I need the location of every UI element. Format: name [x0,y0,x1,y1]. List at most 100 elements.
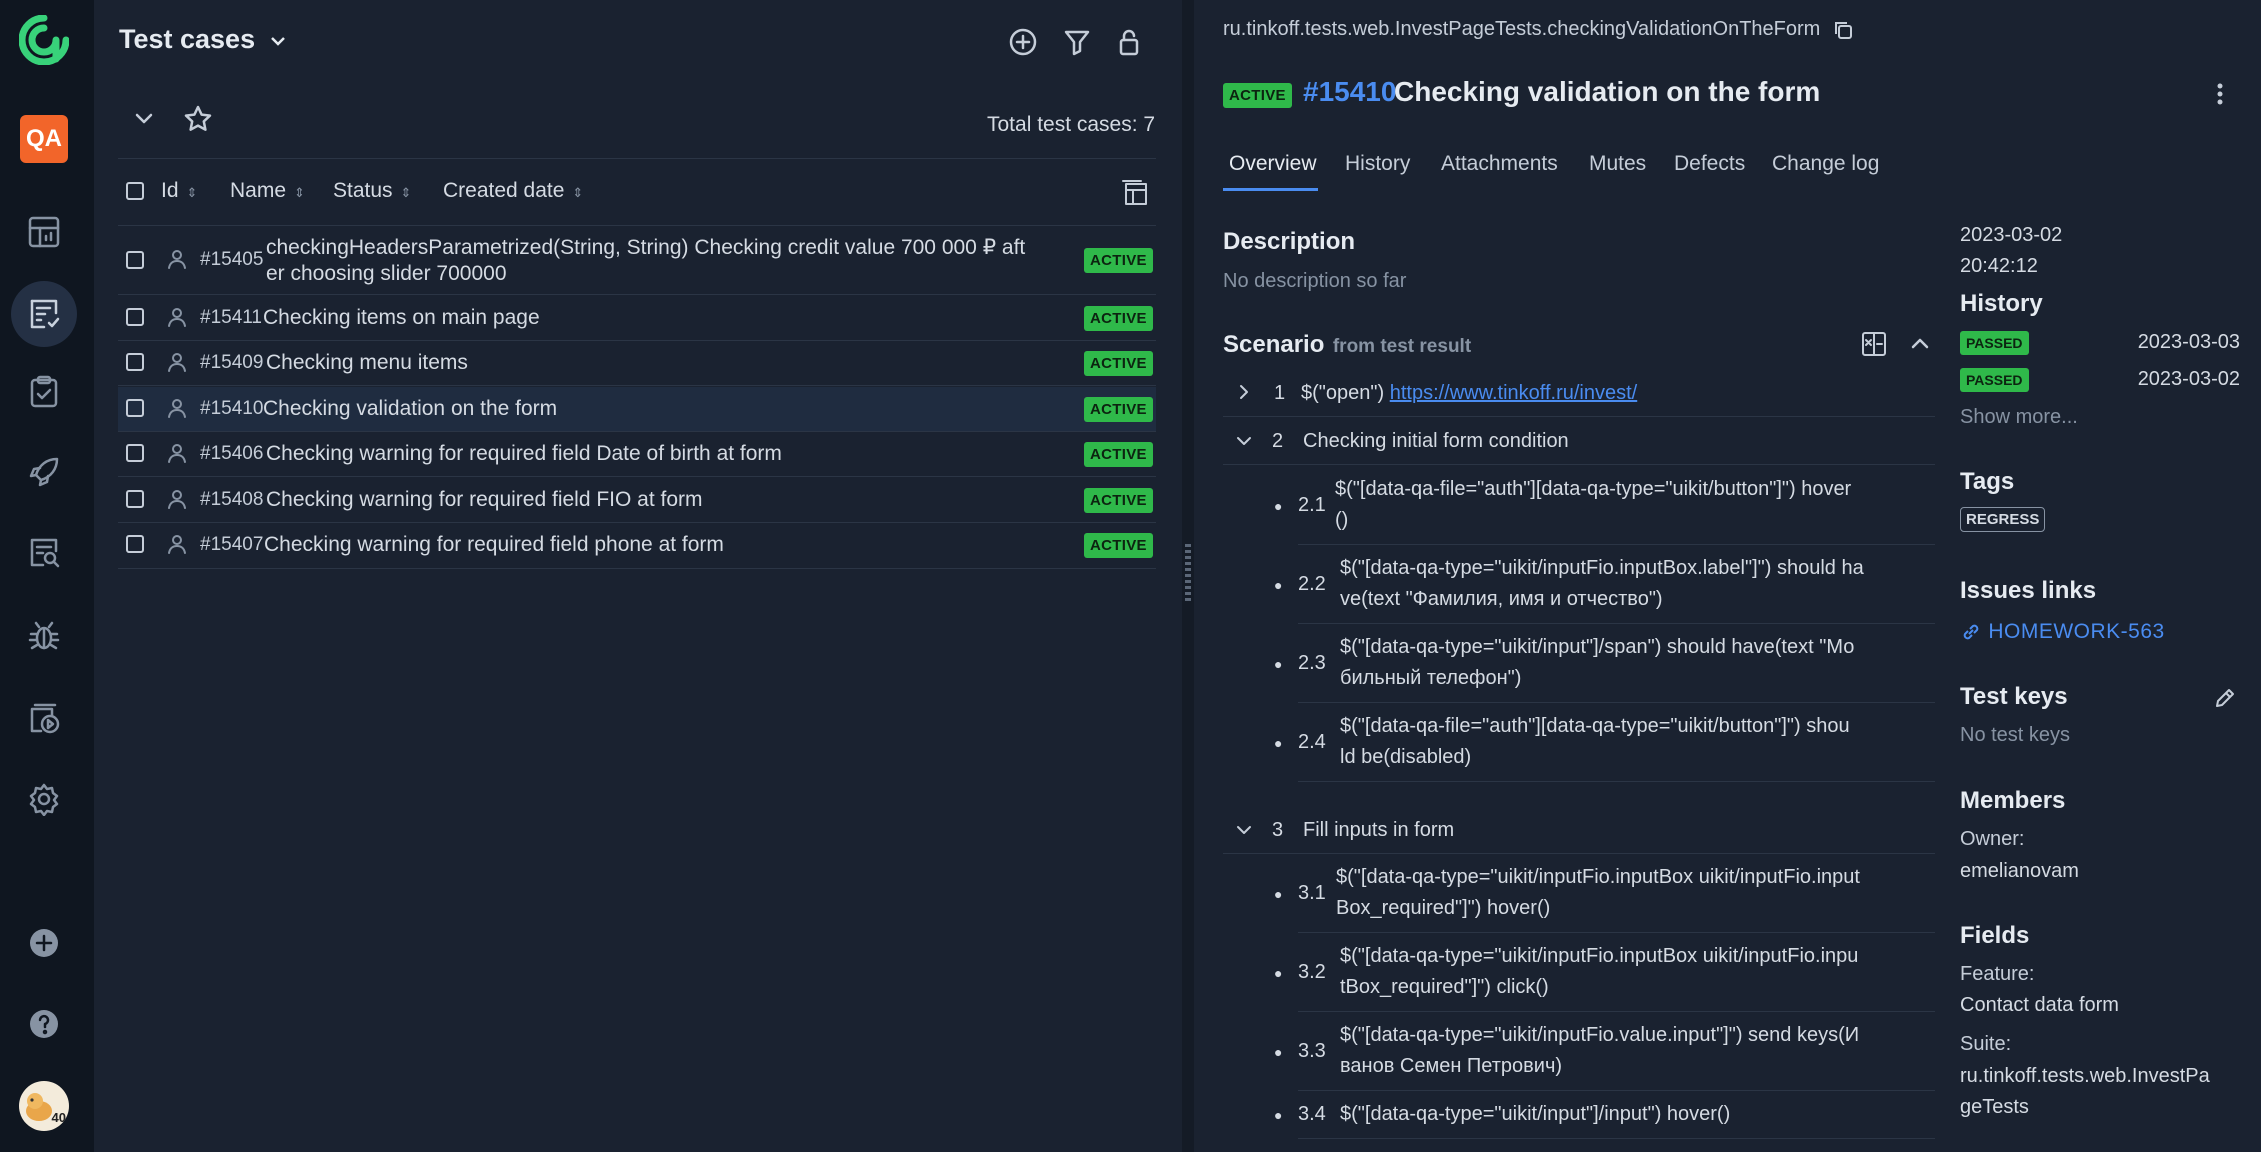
step-text: $("[data-qa-type="uikit/input"]/span") s… [1340,636,1855,689]
step-bullet: ● [1274,735,1283,751]
step-number: 3.2 [1298,961,1326,983]
star-icon[interactable] [182,103,214,135]
table-row[interactable]: #15408 Checking warning for required fie… [118,478,1156,523]
table-row[interactable]: #15406 Checking warning for required fie… [118,432,1156,477]
tab-mutes[interactable]: Mutes [1589,152,1646,176]
manual-test-icon [165,350,189,374]
launches-icon[interactable] [24,452,64,492]
table-row[interactable]: #15409 Checking menu items ACTIVE [118,341,1156,386]
collapse-up-icon[interactable] [1906,330,1934,358]
edit-icon[interactable] [2210,683,2240,713]
row-checkbox[interactable] [126,353,144,371]
status-badge: ACTIVE [1084,351,1153,376]
column-id[interactable]: Id ⇕ [161,179,197,203]
row-checkbox[interactable] [126,490,144,508]
row-name[interactable]: Checking items on main page [263,306,540,330]
compare-icon[interactable] [1858,328,1890,360]
show-more-link[interactable]: Show more... [1960,406,2078,429]
panel-title[interactable]: Test cases [119,24,289,55]
step-text: Checking initial form condition [1303,430,1569,452]
history-date: 2023-03-03 [2137,331,2240,353]
allure-logo-icon[interactable] [18,14,70,66]
step-text: $("[data-qa-file="auth"][data-qa-type="u… [1335,478,1852,531]
analytics-icon[interactable] [24,532,64,572]
row-name[interactable]: Checking warning for required field Date… [266,442,782,466]
column-status[interactable]: Status ⇕ [333,179,411,203]
test-plans-icon[interactable] [24,372,64,412]
step-bullet: ● [1274,1107,1283,1123]
row-name[interactable]: checkingHeadersParametrized(String, Stri… [266,235,1056,287]
row-checkbox[interactable] [126,444,144,462]
step-number: 2.2 [1298,573,1326,595]
step-link[interactable]: https://www.tinkoff.ru/invest/ [1390,382,1638,404]
lock-icon[interactable] [1111,24,1147,60]
row-checkbox[interactable] [126,251,144,269]
defects-icon[interactable] [24,616,64,656]
more-menu-icon[interactable] [2204,78,2236,110]
test-cases-panel: Test cases Total test cases: 7 Id ⇕ Name ⇕… [94,0,1182,1152]
fields-title: Fields [1960,922,2030,949]
row-checkbox[interactable] [126,399,144,417]
history-item[interactable]: PASSED 2023-03-02 [1960,368,2240,392]
table-row[interactable]: #15411 Checking items on main page ACTIV… [118,296,1156,341]
help-icon[interactable] [24,1004,64,1044]
row-id: #15408 [200,489,264,510]
description-title: Description [1223,228,1356,255]
history-item[interactable]: PASSED 2023-03-03 [1960,331,2240,355]
row-name[interactable]: Checking menu items [266,351,468,375]
avatar[interactable]: 40 [19,1081,69,1131]
row-name[interactable]: Checking warning for required field phon… [264,533,724,557]
row-name[interactable]: Checking warning for required field FIO … [266,488,703,512]
column-name[interactable]: Name ⇕ [230,179,305,203]
suite-value: ru.tinkoff.tests.web.InvestPa geTests [1960,1065,2210,1118]
table-row[interactable]: #15405 checkingHeadersParametrized(Strin… [118,227,1156,295]
tab-attachments[interactable]: Attachments [1441,152,1558,176]
row-checkbox[interactable] [126,535,144,553]
step-bullet: ● [1274,498,1283,514]
jobs-icon[interactable] [24,698,64,738]
table-row[interactable]: #15407 Checking warning for required fie… [118,523,1156,569]
step-number: 1 [1274,382,1286,404]
columns-settings-icon[interactable] [1118,175,1154,211]
toolbar-divider [118,158,1156,159]
avatar-counter: 40 [51,1110,66,1125]
owner-label: Owner: [1960,828,2025,850]
collapse-chevron-icon[interactable] [130,104,158,132]
feature-label: Feature: [1960,963,2035,985]
settings-icon[interactable] [24,779,64,819]
dashboard-icon[interactable] [24,212,64,252]
sidebar-nav: QA 40 [0,0,94,1152]
expand-chevron-icon[interactable] [1234,382,1254,402]
tag-badge[interactable]: REGRESS [1960,507,2046,532]
project-badge[interactable]: QA [20,115,68,163]
tab-overview[interactable]: Overview [1229,152,1317,176]
select-all-checkbox[interactable] [126,182,144,200]
step-number: 2.3 [1298,652,1326,674]
row-id: #15409 [200,352,264,373]
resize-handle[interactable] [1182,0,1194,1152]
copy-icon[interactable] [1832,19,1854,41]
tab-history[interactable]: History [1345,152,1410,176]
issues-title: Issues links [1960,577,2097,604]
collapse-chevron-icon[interactable] [1234,820,1254,840]
tab-defects[interactable]: Defects [1674,152,1745,176]
test-case-id: #15410 [1303,76,1397,107]
create-test-case-icon[interactable] [1005,24,1041,60]
step-bullet: ● [1274,656,1283,672]
row-checkbox[interactable] [126,308,144,326]
tab-change-log[interactable]: Change log [1772,152,1879,176]
status-badge: ACTIVE [1084,533,1153,558]
add-icon[interactable] [24,923,64,963]
test-cases-icon[interactable] [11,281,77,347]
table-row-selected[interactable]: #15410 Checking validation on the form A… [118,387,1156,432]
issue-link[interactable]: HOMEWORK-563 [1960,620,2165,644]
suite-label: Suite: [1960,1033,2012,1055]
row-name[interactable]: Checking validation on the form [263,397,557,421]
filter-icon[interactable] [1059,24,1095,60]
link-icon [1963,625,1979,640]
feature-value: Contact data form [1960,994,2119,1016]
breadcrumb: ru.tinkoff.tests.web.InvestPageTests.che… [1223,18,1854,41]
column-created-date[interactable]: Created date ⇕ [443,179,583,203]
manual-test-icon [165,247,189,271]
collapse-chevron-icon[interactable] [1234,431,1254,451]
